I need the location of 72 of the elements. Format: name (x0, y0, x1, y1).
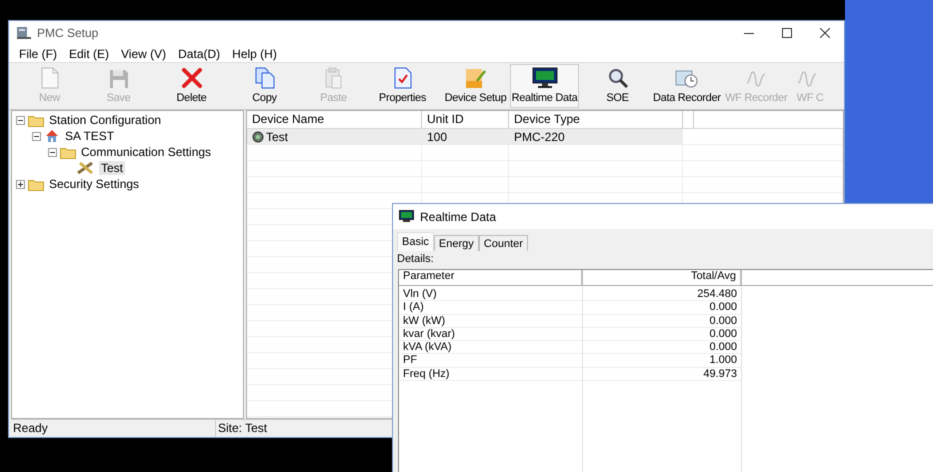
tree-item[interactable]: SA TEST (63, 129, 116, 143)
column-header[interactable]: Parameter (399, 270, 583, 285)
collapse-icon[interactable] (32, 132, 41, 140)
column-header[interactable]: Device Name (247, 111, 422, 128)
table-cell: 100 (427, 130, 448, 144)
monitor-icon (399, 210, 414, 223)
table-cell: PF (399, 354, 582, 368)
table-cell: PMC-220 (514, 130, 565, 144)
magnifier-icon (606, 67, 628, 89)
app-icon (16, 26, 32, 40)
collapse-icon[interactable] (16, 116, 25, 124)
table-cell: I (A) (399, 301, 582, 315)
tree-item[interactable]: Security Settings (47, 177, 142, 191)
table-cell: 0.000 (583, 328, 741, 342)
tree-item[interactable]: Test (99, 161, 126, 175)
tab[interactable]: Counter (478, 235, 528, 251)
toolbar-button[interactable]: Realtime Data (510, 64, 579, 108)
status-text: Ready (11, 420, 216, 437)
status-text: Site: Test (217, 420, 268, 437)
tools-icon (76, 161, 96, 175)
toolbar-button[interactable]: SOE (583, 64, 652, 108)
house-icon (44, 128, 60, 144)
checked-document-icon (394, 67, 412, 89)
menu-item[interactable]: Data(D) (172, 46, 226, 60)
floppy-icon (108, 69, 128, 89)
delete-icon (180, 67, 202, 89)
folder-icon (28, 114, 44, 126)
toolbar-button[interactable]: Properties (368, 64, 437, 108)
tab[interactable]: Energy (434, 235, 479, 251)
wave-icon (796, 69, 817, 89)
maximize-icon[interactable] (782, 28, 792, 38)
tab[interactable]: Basic (397, 232, 434, 251)
device-icon (252, 131, 264, 143)
menu-item[interactable]: Help (H) (226, 46, 283, 60)
table-cell: kW (kW) (399, 314, 582, 328)
folder-icon (28, 178, 44, 190)
wave-icon (746, 69, 766, 89)
table-cell: 254.480 (583, 288, 741, 302)
table-cell: Test (266, 130, 288, 144)
copy-icon (254, 67, 274, 89)
menu-item[interactable]: Edit (E) (63, 46, 116, 60)
table-cell: 0.000 (583, 301, 741, 315)
menu-item[interactable]: File (F) (13, 46, 63, 60)
collapse-icon[interactable] (48, 148, 57, 156)
toolbar-button[interactable]: Device Setup (441, 64, 510, 108)
window-title: PMC Setup (37, 26, 100, 40)
column-header[interactable]: Unit ID (422, 111, 509, 128)
table-cell: 0.000 (583, 341, 741, 354)
folder-icon (60, 146, 76, 158)
table-cell: kvar (kvar) (399, 328, 582, 342)
expand-icon[interactable] (16, 180, 25, 188)
table-cell: 49.973 (583, 368, 741, 382)
menu-item[interactable]: View (V) (115, 46, 172, 60)
tree-item[interactable]: Station Configuration (47, 113, 164, 127)
toolbar-button[interactable]: Delete (157, 64, 226, 108)
tree-item[interactable]: Communication Settings (79, 145, 214, 159)
table-cell: Vln (V) (399, 288, 582, 302)
document-icon (40, 67, 58, 89)
table-cell: 0.000 (583, 314, 741, 328)
clipboard-icon (324, 67, 342, 89)
table-cell: Freq (Hz) (399, 368, 582, 382)
monitor-icon (532, 67, 558, 89)
table-cell: kVA (kVA) (399, 341, 582, 354)
window-title: Realtime Data (420, 210, 496, 224)
column-header[interactable]: Device Type (509, 111, 683, 128)
details-label: Details: (396, 252, 435, 267)
close-icon[interactable] (820, 28, 830, 38)
toolbar-button[interactable]: Copy (230, 64, 299, 108)
column-header[interactable]: Total/Avg (583, 270, 742, 285)
toolbar-button[interactable]: Data Recorder (652, 64, 722, 108)
notepad-pencil-icon (464, 67, 486, 89)
table-cell: 1.000 (583, 354, 741, 368)
